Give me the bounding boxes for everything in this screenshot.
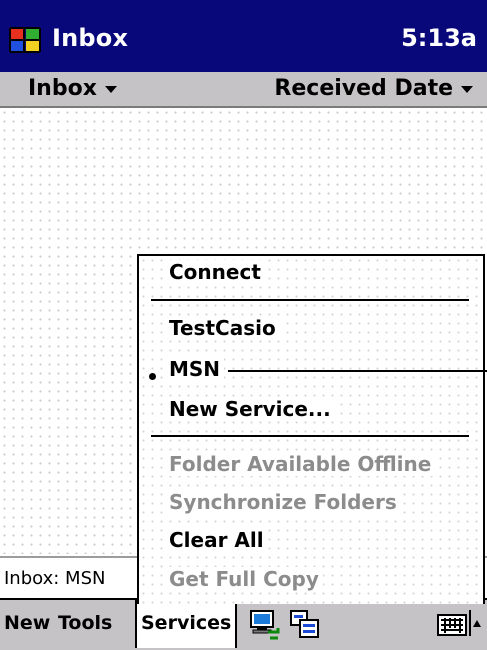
menu-item-folder-offline: Folder Available Offline: [169, 452, 436, 476]
menu-item-get-full-copy: Get Full Copy: [169, 567, 323, 591]
menu-item-new-service[interactable]: New Service...: [169, 397, 335, 421]
clock[interactable]: 5:13a: [401, 24, 477, 52]
sort-dropdown-label: Received Date: [274, 76, 453, 101]
windows-flag-icon[interactable]: [8, 26, 44, 54]
menu-item-connect[interactable]: Connect: [169, 260, 265, 284]
send-receive-icon[interactable]: [248, 608, 282, 640]
menu-item-synchronize-folders: Synchronize Folders: [169, 490, 401, 514]
menu-item-msn[interactable]: MSN: [169, 357, 225, 381]
sip-arrow-icon[interactable]: [469, 610, 483, 636]
chevron-down-icon: [461, 85, 473, 93]
sort-dropdown[interactable]: Received Date: [274, 76, 473, 101]
chevron-down-icon: [104, 85, 117, 93]
title-bar: Inbox 5:13a: [0, 0, 487, 72]
menu-separator: [151, 299, 469, 301]
folder-dropdown[interactable]: Inbox: [28, 76, 117, 101]
callout-line: [228, 370, 487, 372]
folder-list-icon[interactable]: [288, 608, 322, 640]
menu-item-testcasio[interactable]: TestCasio: [169, 316, 280, 340]
folder-dropdown-label: Inbox: [28, 76, 97, 101]
filter-bar: Inbox Received Date: [0, 72, 487, 108]
selected-bullet-icon: [149, 373, 156, 380]
menu-new[interactable]: New: [4, 612, 50, 634]
app-title: Inbox: [52, 24, 129, 52]
menu-services[interactable]: Services: [135, 600, 238, 648]
keyboard-icon[interactable]: [437, 614, 467, 636]
menu-tools[interactable]: Tools: [58, 612, 112, 634]
status-text: Inbox: MSN: [4, 568, 106, 589]
menu-item-clear-all[interactable]: Clear All: [169, 528, 268, 552]
menu-separator: [151, 435, 469, 437]
services-menu: Connect TestCasio MSN New Service... Fol…: [137, 254, 485, 604]
menu-bar: New Tools Services: [0, 598, 487, 650]
